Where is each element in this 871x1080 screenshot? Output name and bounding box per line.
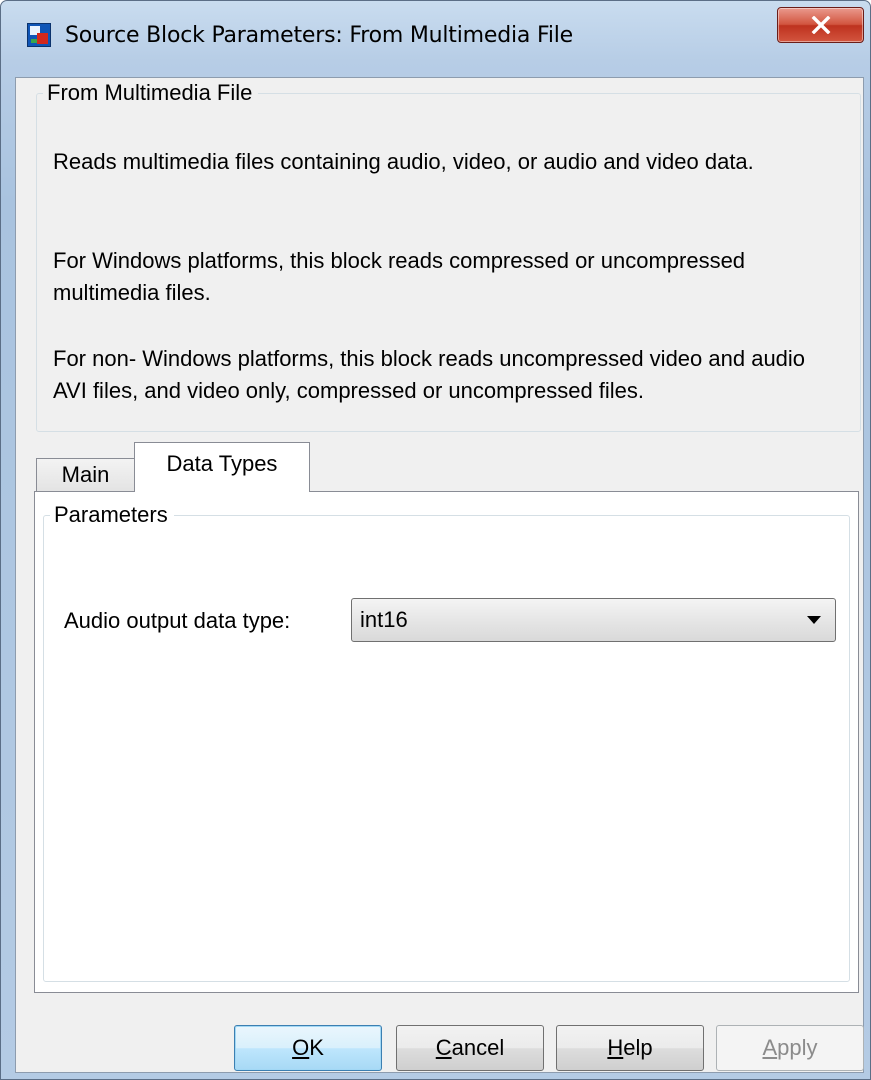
close-button[interactable]: [777, 7, 864, 43]
audio-output-data-type-label: Audio output data type:: [64, 608, 291, 633]
data-types-panel: Parameters Audio output data type: int16: [34, 491, 859, 993]
description-paragraph: Reads multimedia files containing audio,…: [53, 149, 754, 174]
parameters-group: Parameters Audio output data type: int16: [43, 502, 850, 982]
cancel-button[interactable]: Cancel: [396, 1025, 544, 1071]
description-paragraph: For Windows platforms, this block reads …: [53, 248, 746, 305]
chevron-down-icon: [807, 616, 821, 624]
description-group: From Multimedia File Reads multimedia fi…: [36, 80, 861, 432]
dialog-client-area: From Multimedia File Reads multimedia fi…: [15, 77, 864, 1073]
description-paragraph: For non- Windows platforms, this block r…: [53, 346, 806, 403]
tab-main[interactable]: Main: [36, 458, 135, 492]
help-button[interactable]: Help: [556, 1025, 704, 1071]
dialog-window: Source Block Parameters: From Multimedia…: [0, 0, 871, 1080]
ok-button[interactable]: OK: [234, 1025, 382, 1071]
selected-value: int16: [360, 607, 408, 632]
tab-data-types[interactable]: Data Types: [134, 442, 310, 492]
parameters-legend: Parameters: [54, 502, 168, 527]
audio-output-data-type-select[interactable]: int16: [351, 598, 836, 642]
apply-button[interactable]: Apply: [716, 1025, 864, 1071]
simulink-block-icon: [27, 23, 51, 47]
window-title: Source Block Parameters: From Multimedia…: [65, 23, 573, 48]
description-legend: From Multimedia File: [47, 80, 253, 105]
close-icon: [811, 16, 831, 34]
title-bar[interactable]: Source Block Parameters: From Multimedia…: [1, 1, 870, 77]
